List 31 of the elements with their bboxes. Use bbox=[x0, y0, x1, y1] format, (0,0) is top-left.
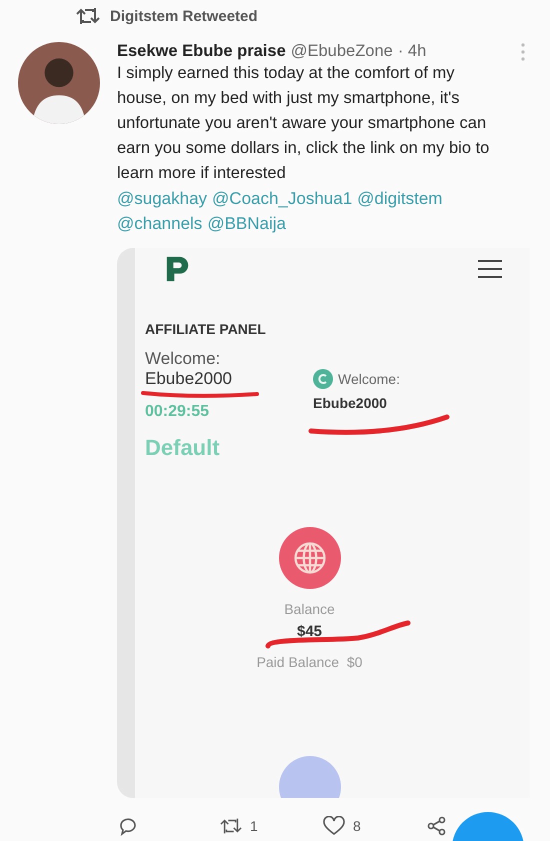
mention-link[interactable]: @digitstem bbox=[357, 186, 442, 211]
share-icon[interactable] bbox=[426, 816, 448, 836]
action-count: 1 bbox=[250, 818, 258, 834]
action-count: 8 bbox=[353, 818, 361, 834]
mention-link[interactable]: @sugakhay bbox=[117, 186, 208, 211]
balance-value: $45 bbox=[296, 623, 322, 640]
paid-balance: Paid Balance $0 bbox=[256, 654, 362, 670]
heart-icon[interactable] bbox=[323, 816, 345, 836]
logo-icon bbox=[165, 255, 191, 283]
balance-label: Balance bbox=[284, 601, 335, 617]
retweet-icon bbox=[76, 6, 100, 26]
mention-link[interactable]: @channels bbox=[117, 211, 202, 236]
globe-icon bbox=[278, 527, 340, 589]
tweet-time: · 4h bbox=[398, 42, 426, 61]
welcome-label: Welcome: bbox=[145, 349, 222, 369]
mention-link[interactable]: @Coach_Joshua1 bbox=[212, 186, 352, 211]
panel-title: AFFILIATE PANEL bbox=[145, 321, 267, 337]
retweet-icon[interactable] bbox=[220, 816, 242, 836]
retweet-label: Digitstem Retweeted bbox=[110, 8, 258, 24]
author-name[interactable]: Esekwe Ebube praise bbox=[117, 42, 286, 61]
username: Ebube2000 bbox=[145, 369, 233, 389]
tweet-text: I simply earned this today at the comfort of my house, on my bed with just my smartphone, it's unfortunate you aren't aware your smartphone can earn you some dollars in, click the link on my bio to learn more if interested bbox=[117, 63, 490, 184]
plan-label: Default bbox=[145, 435, 221, 461]
user-icon bbox=[313, 369, 333, 389]
author-handle: @EbubeZone bbox=[290, 42, 393, 61]
mention-link[interactable]: @BBNaija bbox=[207, 211, 286, 236]
reply-icon[interactable] bbox=[117, 816, 139, 836]
menu-icon[interactable] bbox=[478, 259, 502, 279]
username: Ebube2000 bbox=[313, 395, 388, 411]
timer: 00:29:55 bbox=[145, 403, 210, 421]
welcome-label: Welcome: bbox=[338, 371, 400, 387]
